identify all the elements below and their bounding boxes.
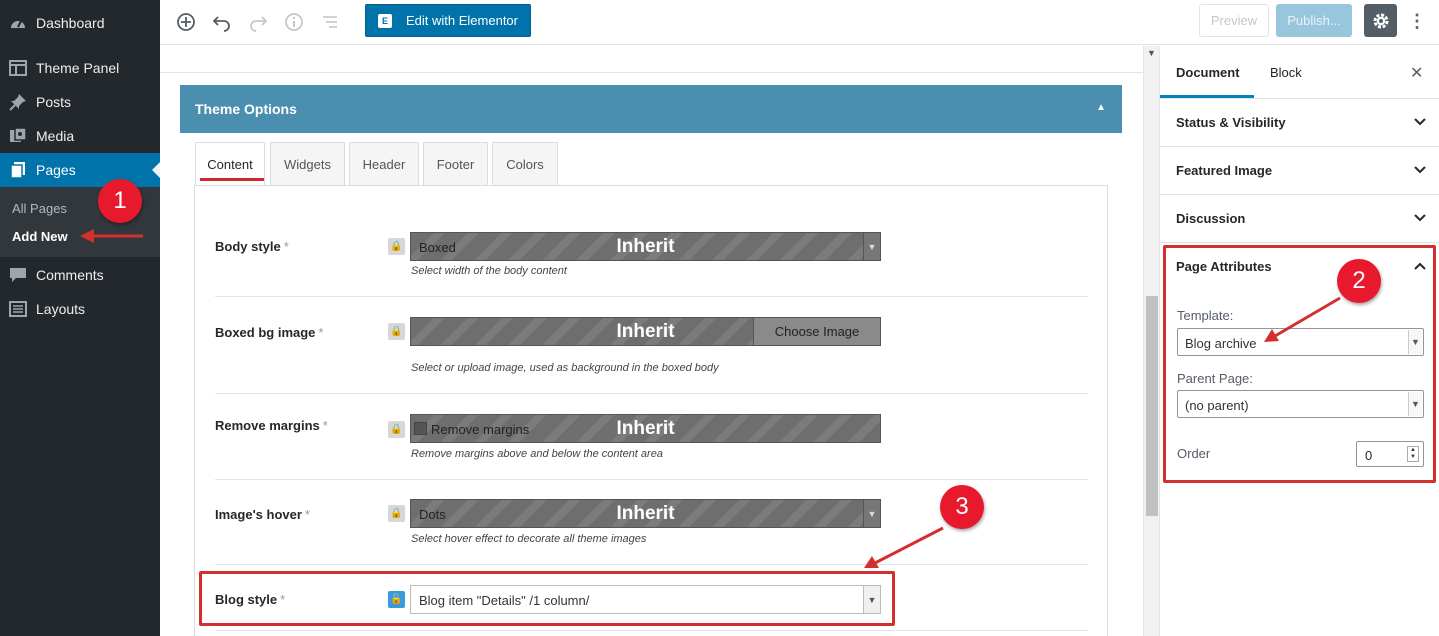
sidebar-item-posts[interactable]: Posts <box>0 85 160 119</box>
annotation-badge-1: 1 <box>98 179 142 223</box>
lock-icon[interactable]: 🔒 <box>388 421 405 438</box>
scroll-thumb[interactable] <box>1146 296 1158 516</box>
section-title: Discussion <box>1176 211 1246 226</box>
settings-gear-icon[interactable] <box>1364 4 1397 37</box>
divider <box>215 479 1088 480</box>
inherit-label: Inherit <box>616 503 675 524</box>
divider <box>215 296 1088 297</box>
info-icon[interactable] <box>282 10 306 34</box>
edit-with-elementor-button[interactable]: E Edit with Elementor <box>365 4 531 37</box>
media-icon <box>8 126 28 146</box>
highlight-page-attributes <box>1163 245 1436 483</box>
lock-icon[interactable]: 🔒 <box>388 505 405 522</box>
boxed-bg-label: Boxed bg image * <box>215 325 324 340</box>
tab-document[interactable]: Document <box>1176 46 1240 98</box>
comment-icon <box>8 265 28 285</box>
admin-sidebar: Dashboard Theme Panel Posts Media Pages <box>0 0 160 636</box>
theme-options-header[interactable]: Theme Options ▲ <box>180 85 1122 133</box>
add-block-icon[interactable] <box>174 10 198 34</box>
choose-image-button[interactable]: Choose Image <box>753 318 880 345</box>
discussion-section[interactable]: Discussion <box>1160 194 1439 242</box>
theme-options-title: Theme Options <box>195 101 297 117</box>
chevron-down-icon[interactable]: ▼ <box>863 500 880 527</box>
boxed-bg-image-field[interactable]: Inherit Choose Image <box>410 317 881 346</box>
chevron-down-icon[interactable]: ▼ <box>863 233 880 260</box>
pin-icon <box>8 92 28 112</box>
pages-icon <box>8 160 28 180</box>
layouts-icon <box>8 299 28 319</box>
sidebar-label: Pages <box>36 162 76 178</box>
sidebar-item-layouts[interactable]: Layouts <box>0 292 160 326</box>
outline-icon[interactable] <box>318 10 342 34</box>
preview-button[interactable]: Preview <box>1199 4 1269 37</box>
annotation-badge-2: 2 <box>1337 259 1381 303</box>
annotation-badge-3: 3 <box>940 485 984 529</box>
theme-options-panel: Body style * 🔒 Boxed Inherit ▼ Select wid… <box>194 185 1108 636</box>
body-style-select[interactable]: Boxed Inherit ▼ <box>410 232 881 261</box>
chevron-down-icon[interactable] <box>1414 161 1426 177</box>
editor-toolbar: E Edit with Elementor Preview Publish...… <box>160 0 1439 45</box>
theme-panel-icon <box>8 58 28 78</box>
sidebar-item-comments[interactable]: Comments <box>0 258 160 292</box>
close-icon[interactable]: ✕ <box>1410 63 1423 83</box>
image-hover-label: Image's hover * <box>215 507 310 522</box>
editor-scrollbar[interactable]: ▼ <box>1143 46 1159 636</box>
highlight-blog-style <box>199 571 895 626</box>
lock-icon[interactable]: 🔒 <box>388 238 405 255</box>
sidebar-label: Posts <box>36 94 72 110</box>
body-style-label: Body style * <box>215 239 289 254</box>
sidebar-item-pages[interactable]: Pages <box>0 153 160 187</box>
section-title: Featured Image <box>1176 163 1273 178</box>
featured-image-section[interactable]: Featured Image <box>1160 146 1439 194</box>
sidebar-label: Dashboard <box>36 15 105 31</box>
more-options-icon[interactable]: ⋮ <box>1407 8 1427 34</box>
publish-button[interactable]: Publish... <box>1276 4 1352 37</box>
sidebar-item-dashboard[interactable]: Dashboard <box>0 6 160 40</box>
tab-block[interactable]: Block <box>1270 46 1302 98</box>
image-hover-hint: Select hover effect to decorate all them… <box>411 533 647 545</box>
tab-widgets[interactable]: Widgets <box>270 142 345 186</box>
status-visibility-section[interactable]: Status & Visibility <box>1160 98 1439 146</box>
chevron-down-icon[interactable] <box>1414 209 1426 225</box>
chevron-down-icon[interactable] <box>1414 113 1426 129</box>
tab-colors[interactable]: Colors <box>492 142 558 186</box>
elementor-icon: E <box>378 13 392 28</box>
sidebar-label: Media <box>36 128 75 144</box>
inherit-label: Inherit <box>616 418 675 439</box>
screen: Dashboard Theme Panel Posts Media Pages <box>0 0 1439 636</box>
sidebar-label: Layouts <box>36 301 86 317</box>
remove-margins-label: Remove margins * <box>215 418 328 433</box>
sidebar-label: Theme Panel <box>36 60 120 76</box>
remove-margins-field[interactable]: Remove margins Inherit <box>410 414 881 443</box>
boxed-bg-hint: Select or upload image, used as backgrou… <box>411 362 719 374</box>
lock-icon[interactable]: 🔒 <box>388 323 405 340</box>
undo-icon[interactable] <box>210 10 234 34</box>
divider <box>160 72 1143 73</box>
editor-canvas: Theme Options ▲ Content Widgets Header F… <box>160 46 1143 636</box>
sidebar-label: Comments <box>36 267 104 283</box>
sidebar-item-media[interactable]: Media <box>0 119 160 153</box>
image-hover-select[interactable]: Dots Inherit ▼ <box>410 499 881 528</box>
redo-icon[interactable] <box>246 10 270 34</box>
remove-margins-hint: Remove margins above and below the conte… <box>411 448 663 460</box>
sidebar-item-theme-panel[interactable]: Theme Panel <box>0 51 160 85</box>
divider <box>215 564 1088 565</box>
divider <box>215 393 1088 394</box>
dashboard-icon <box>8 13 28 33</box>
submenu-all-pages[interactable]: All Pages <box>12 201 67 216</box>
divider <box>215 630 1088 631</box>
collapse-caret-icon[interactable]: ▲ <box>1096 102 1106 113</box>
tab-footer[interactable]: Footer <box>423 142 488 186</box>
tab-header[interactable]: Header <box>349 142 419 186</box>
scroll-up-icon[interactable]: ▼ <box>1147 48 1156 58</box>
elementor-button-label: Edit with Elementor <box>406 13 518 28</box>
inherit-label: Inherit <box>616 236 675 257</box>
active-tab-underline <box>200 178 264 181</box>
body-style-hint: Select width of the body content <box>411 265 567 277</box>
section-title: Status & Visibility <box>1176 115 1286 130</box>
submenu-add-new[interactable]: Add New <box>12 229 68 244</box>
